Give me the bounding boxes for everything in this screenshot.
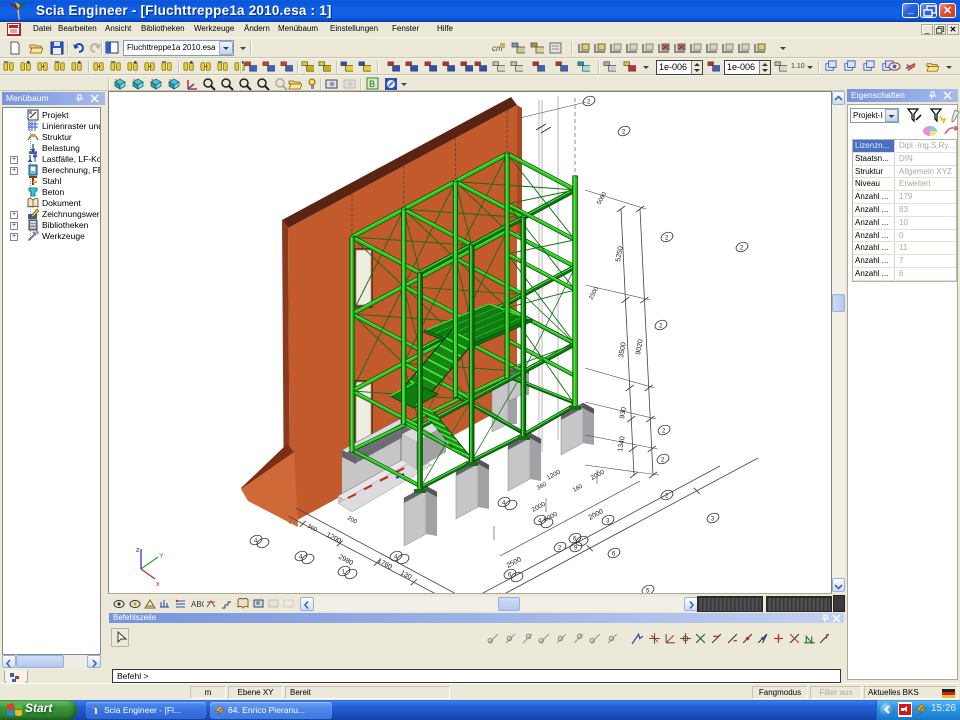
svg-text:ABC: ABC (191, 600, 204, 609)
svg-text:B: B (369, 79, 375, 89)
